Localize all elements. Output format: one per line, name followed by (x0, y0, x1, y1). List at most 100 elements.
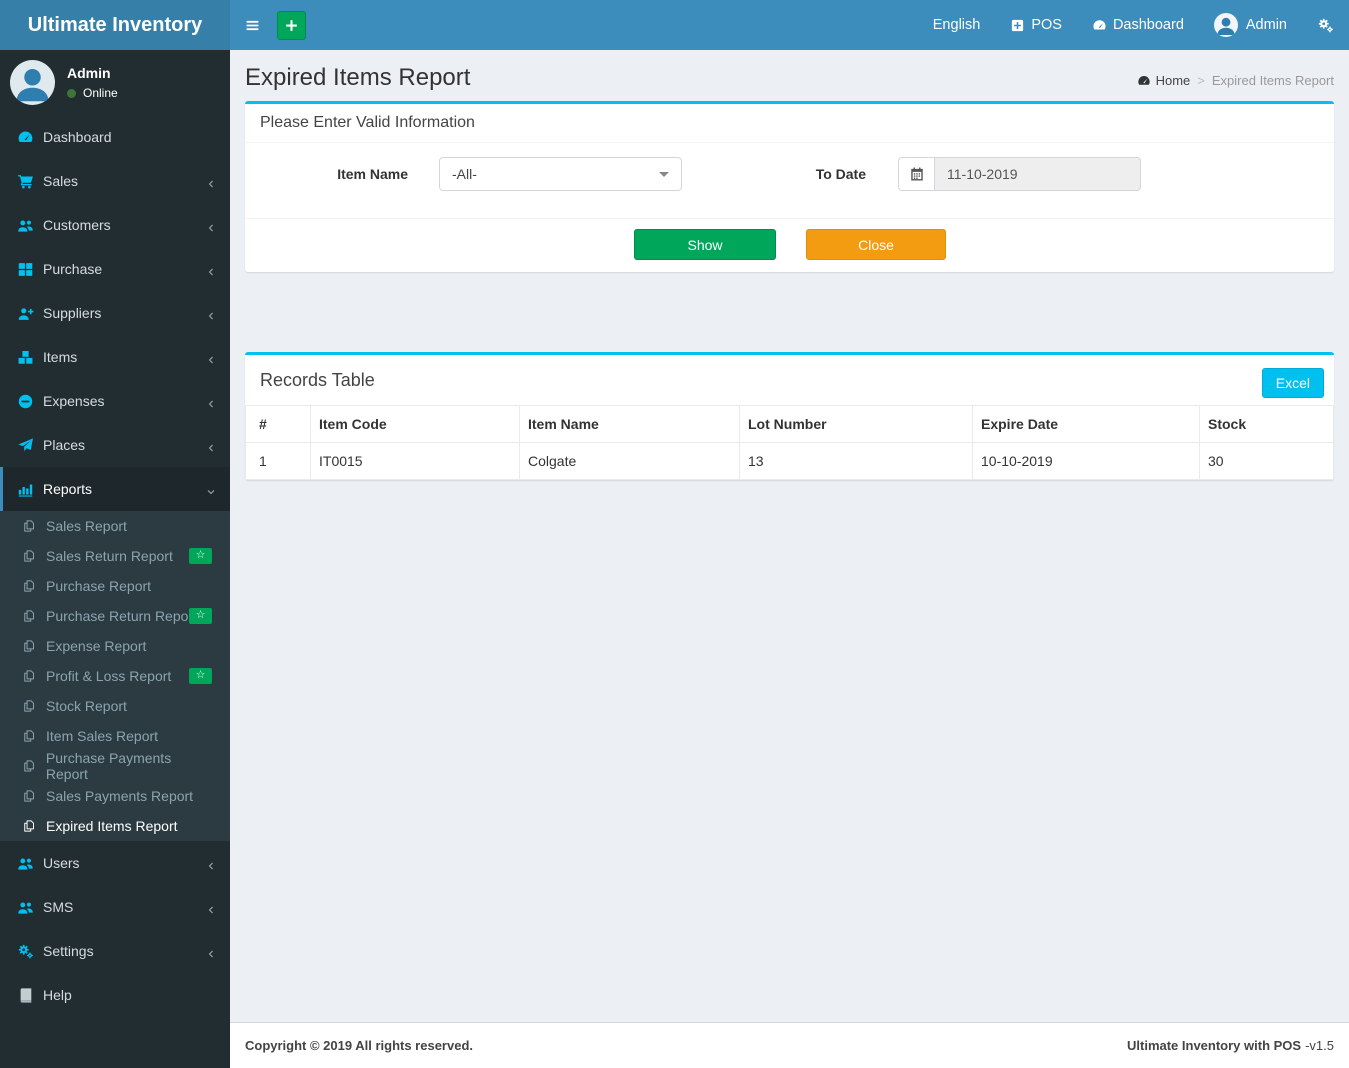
files-icon (22, 639, 36, 653)
users-icon (17, 855, 34, 872)
files-icon (22, 729, 36, 743)
sidebar-item-users: Users (0, 841, 230, 885)
item-name-select[interactable]: -All- (439, 157, 682, 191)
files-icon (22, 669, 36, 683)
submenu-item-stock-report[interactable]: Stock Report (0, 691, 230, 721)
nav-item-dashboard[interactable]: Dashboard (1077, 0, 1199, 50)
book-icon (17, 987, 34, 1004)
submenu-item-label: Purchase Return Report (46, 608, 197, 624)
submenu-item-label: Stock Report (46, 698, 127, 714)
files-icon (22, 819, 36, 833)
submenu-item-expense-report[interactable]: Expense Report (0, 631, 230, 661)
to-date-input[interactable] (934, 157, 1141, 191)
filter-box-heading: Please Enter Valid Information (245, 104, 1334, 143)
nav-item-pos[interactable]: POS (995, 0, 1077, 50)
sidebar-link-users[interactable]: Users (0, 841, 230, 885)
submenu-item-sales-payments-report[interactable]: Sales Payments Report (0, 781, 230, 811)
chevron-left-icon (206, 946, 216, 958)
breadcrumb-separator: > (1197, 73, 1205, 88)
footer-copyright: Copyright © 2019 All rights reserved. (245, 1038, 474, 1053)
chevron-left-icon (206, 220, 216, 232)
grid-icon (17, 261, 34, 278)
records-box: Records Table Excel # Item Code Item Name L… (245, 352, 1334, 480)
sidebar-item-label: Suppliers (43, 305, 102, 321)
chevron-left-icon (206, 902, 216, 914)
column-header-lot-number: Lot Number (739, 405, 973, 443)
table-cell: 13 (739, 442, 973, 480)
star-badge: ☆ (189, 608, 212, 624)
submenu-item-purchase-payments-report[interactable]: Purchase Payments Report (0, 750, 230, 782)
submenu-item-expired-items-report[interactable]: Expired Items Report (0, 811, 230, 841)
sidebar-item-label: Places (43, 437, 86, 453)
breadcrumb: Home > Expired Items Report (1137, 73, 1334, 92)
sidebar-toggle-button[interactable] (230, 0, 274, 50)
top-navbar: English POS Dashboard Admin (230, 0, 1349, 50)
submenu-item-label: Expired Items Report (46, 818, 178, 834)
sidebar-link-suppliers[interactable]: Suppliers (0, 291, 230, 335)
user-status[interactable]: Online (67, 86, 118, 100)
plus-icon (284, 18, 299, 33)
submenu-item-purchase-report[interactable]: Purchase Report (0, 571, 230, 601)
submenu-item-sales-report[interactable]: Sales Report (0, 511, 230, 541)
submenu-item-label: Sales Report (46, 518, 127, 534)
submenu-item-profit-loss-report[interactable]: Profit & Loss Report ☆ (0, 661, 230, 691)
sidebar-item-label: Settings (43, 943, 94, 959)
chevron-left-icon (206, 264, 216, 276)
footer-version: Ultimate Inventory with POS -v1.5 (1127, 1038, 1334, 1053)
sidebar-item-help: Help (0, 973, 230, 1017)
sidebar-link-reports[interactable]: Reports (0, 467, 230, 511)
user-panel: Admin Online (0, 50, 230, 115)
files-icon (22, 549, 36, 563)
column-header-item-name: Item Name (519, 405, 740, 443)
submenu-item-item-sales-report[interactable]: Item Sales Report (0, 721, 230, 751)
filter-actions: Show Close (245, 218, 1334, 272)
sidebar-item-label: Reports (43, 481, 93, 497)
sidebar-link-sales[interactable]: Sales (0, 159, 230, 203)
sidebar-item-label: Users (43, 855, 80, 871)
close-button[interactable]: Close (806, 229, 946, 260)
nav-item-english[interactable]: English (918, 0, 996, 50)
page-title: Expired Items Report (245, 64, 471, 91)
nav-item-admin[interactable]: Admin (1199, 0, 1302, 50)
chevron-left-icon (206, 396, 216, 408)
user-name: Admin (67, 65, 111, 81)
sidebar-link-help[interactable]: Help (0, 973, 230, 1017)
breadcrumb-home-link[interactable]: Home (1137, 73, 1190, 88)
content-header: Expired Items Report Home > Expired Item… (245, 50, 1334, 101)
submenu-item-label: Profit & Loss Report (46, 668, 172, 684)
sidebar-link-customers[interactable]: Customers (0, 203, 230, 247)
records-heading: Records Table (260, 370, 375, 390)
sidebar-link-settings[interactable]: Settings (0, 929, 230, 973)
filter-form-row: Item Name -All- To Date (245, 143, 1334, 218)
files-icon (22, 699, 36, 713)
star-badge: ☆ (189, 668, 212, 684)
paper-plane-icon (17, 437, 34, 454)
quick-add-button[interactable] (277, 10, 306, 40)
sidebar-item-purchase: Purchase (0, 247, 230, 291)
nav-item-gears-icon[interactable] (1302, 0, 1349, 50)
show-button[interactable]: Show (634, 229, 776, 260)
item-name-label: Item Name (337, 166, 408, 182)
table-row: 1 IT0015 Colgate 13 10-10-2019 30 (245, 442, 1334, 480)
sidebar-link-dashboard[interactable]: Dashboard (0, 115, 230, 159)
sidebar-link-expenses[interactable]: Expenses (0, 379, 230, 423)
app-logo[interactable]: Ultimate Inventory (0, 0, 230, 50)
sidebar-item-reports: Reports Sales Report Sales Return Report ☆ P… (0, 467, 230, 841)
sidebar-link-purchase[interactable]: Purchase (0, 247, 230, 291)
submenu-item-sales-return-report[interactable]: Sales Return Report ☆ (0, 541, 230, 571)
footer: Copyright © 2019 All rights reserved. Ul… (230, 1022, 1349, 1068)
sidebar-item-label: SMS (43, 899, 74, 915)
chevron-left-icon (206, 352, 216, 364)
calendar-addon[interactable] (898, 157, 934, 191)
to-date-label: To Date (815, 166, 866, 182)
sidebar: Ultimate Inventory Admin Online Dashboar… (0, 0, 230, 1068)
excel-export-button[interactable]: Excel (1261, 368, 1324, 398)
table-cell: Colgate (519, 442, 740, 480)
sidebar-link-places[interactable]: Places (0, 423, 230, 467)
minus-circle-icon (17, 393, 34, 410)
sidebar-link-sms[interactable]: SMS (0, 885, 230, 929)
submenu-item-purchase-return-report[interactable]: Purchase Return Report ☆ (0, 601, 230, 631)
table-cell: 1 (245, 442, 311, 480)
sidebar-link-items[interactable]: Items (0, 335, 230, 379)
cart-icon (17, 173, 34, 190)
